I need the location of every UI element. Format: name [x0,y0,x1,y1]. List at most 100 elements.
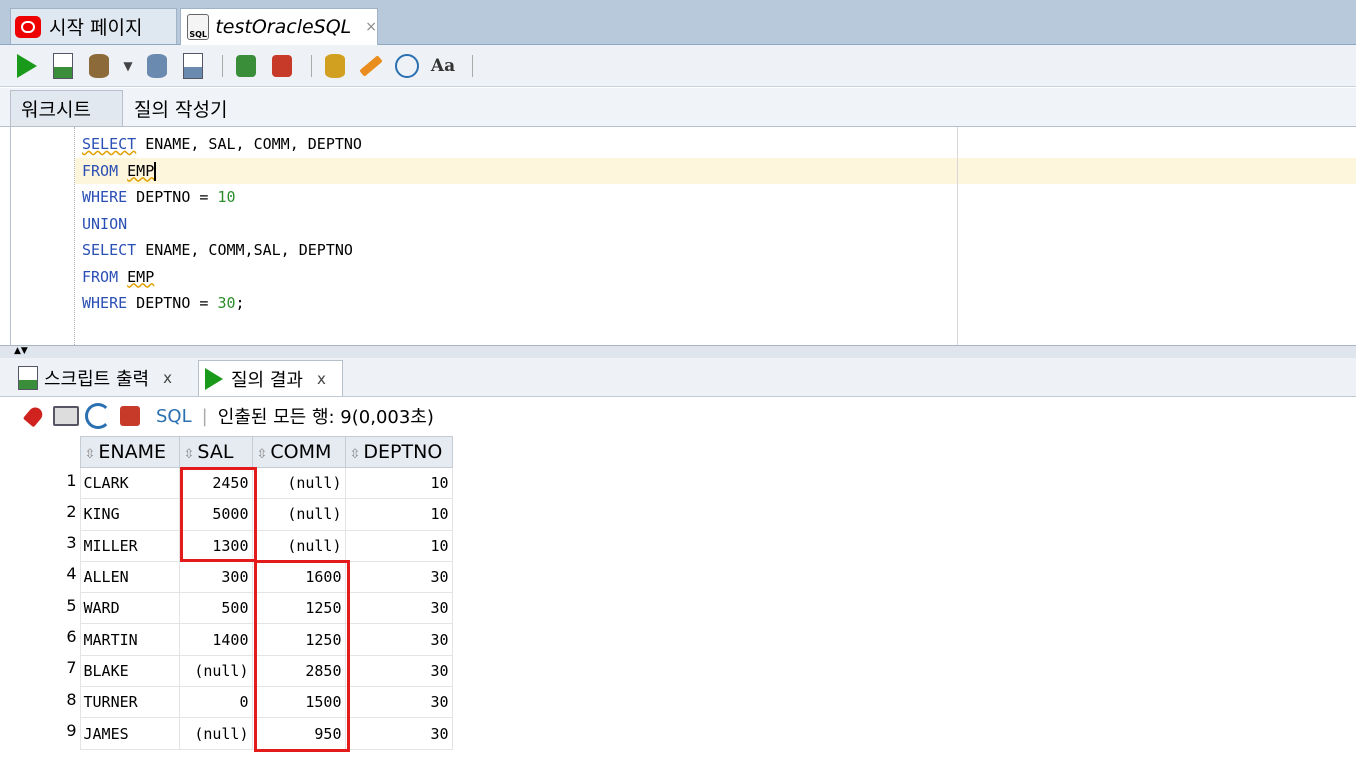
tab-script-output[interactable]: 스크립트 출력 x [12,360,198,396]
tab-query-builder[interactable]: 질의 작성기 [124,90,237,126]
code-area: SELECT ENAME, SAL, COMM, DEPTNO FROM EMP… [82,131,362,317]
grid-header-row: ⇳ ENAME ⇳ SAL ⇳ COMM ⇳ DEPTNO [12,436,453,468]
text-caret [154,161,157,181]
row-number: 6 [12,623,80,656]
format-case-button[interactable]: Aa [428,51,458,81]
cell-ename[interactable]: WARD [79,592,180,625]
run-script-button[interactable] [48,51,78,81]
table-row[interactable]: 5 WARD 500 1250 30 [12,592,453,625]
tab-worksheet[interactable]: 워크시트 [10,90,123,126]
comm-highlight-box [254,560,350,752]
tab-script-output-label: 스크립트 출력 [44,369,150,390]
cell-ename[interactable]: ALLEN [79,560,180,594]
clear-button[interactable] [356,51,386,81]
commit-icon [236,54,256,77]
rollback-button[interactable] [267,51,297,81]
cell-deptno[interactable]: 30 [344,592,453,625]
right-margin-line [957,127,958,345]
cell-deptno[interactable]: 30 [344,654,453,688]
code-line-6: FROM EMP [82,267,155,286]
code-line-5: SELECT ENAME, COMM,SAL, DEPTNO [82,241,353,259]
column-header-sal[interactable]: ⇳ SAL [178,436,253,468]
cell-ename[interactable]: MILLER [79,529,180,562]
cell-sal[interactable]: (null) [178,717,253,750]
dropdown-button[interactable]: ▼ [120,51,136,81]
sort-icon: ⇳ [84,447,96,462]
table-row[interactable]: 7 BLAKE (null) 2850 30 [12,654,453,688]
oracle-logo-icon [15,15,41,38]
table-row[interactable]: 8 TURNER 0 1500 30 [12,686,453,719]
sql-tuning-button[interactable] [320,51,350,81]
sort-icon: ⇳ [183,447,195,462]
text-case-icon: Aa [430,55,456,76]
cell-ename[interactable]: JAMES [79,717,180,750]
cell-deptno[interactable]: 30 [344,623,453,656]
close-icon[interactable]: x [163,369,172,387]
column-header-comm[interactable]: ⇳ COMM [251,436,346,468]
sort-icon: ⇳ [349,447,361,462]
row-number: 4 [12,561,80,593]
autotrace-button[interactable] [178,51,208,81]
delete-button[interactable] [116,402,144,430]
tab-start-page[interactable]: 시작 페이지 [10,8,177,44]
code-line-1: SELECT ENAME, SAL, COMM, DEPTNO [82,135,362,153]
table-row[interactable]: 4 ALLEN 300 1600 30 [12,560,453,594]
cell-comm[interactable]: (null) [251,529,346,562]
cell-deptno[interactable]: 30 [344,560,453,594]
cell-deptno[interactable]: 30 [344,686,453,719]
toolbar-separator [222,54,223,77]
cell-sal[interactable]: 500 [178,592,253,625]
cell-sal[interactable]: 300 [178,560,253,594]
print-button[interactable] [52,402,80,430]
cell-deptno[interactable]: 10 [344,529,453,562]
cell-comm[interactable]: (null) [251,498,346,531]
history-button[interactable] [392,51,422,81]
worksheet-tab-bar: 워크시트 질의 작성기 [0,88,1356,127]
refresh-button[interactable] [84,402,112,430]
column-header-deptno[interactable]: ⇳ DEPTNO [344,436,453,468]
cell-sal[interactable]: 1400 [178,623,253,656]
commit-button[interactable] [84,51,114,81]
explain-plan-button[interactable] [142,51,172,81]
row-number: 5 [12,592,80,624]
table-row[interactable]: 6 MARTIN 1400 1250 30 [12,623,453,656]
run-statement-button[interactable] [12,51,42,81]
collapse-arrows-icon[interactable]: ▲▼ [14,347,28,356]
tab-worksheet-file[interactable]: SQL testOracleSQL × [180,8,378,45]
close-icon[interactable]: x [317,370,326,388]
gutter-divider [74,127,75,345]
cell-comm[interactable]: (null) [251,466,346,500]
cell-ename[interactable]: BLAKE [79,654,180,688]
cell-deptno[interactable]: 30 [344,717,453,750]
sql-link[interactable]: SQL [156,406,192,427]
sql-tuning-icon [325,53,345,78]
play-icon [205,367,223,390]
cell-ename[interactable]: CLARK [79,466,180,500]
cell-ename[interactable]: TURNER [79,686,180,719]
toolbar-separator [311,54,312,77]
pin-button[interactable] [20,402,48,430]
row-number: 7 [12,655,80,687]
cell-sal[interactable]: (null) [178,654,253,688]
pane-splitter[interactable]: ▲▼ [0,345,1356,359]
commit-transaction-button[interactable] [231,51,261,81]
cell-deptno[interactable]: 10 [344,498,453,531]
pin-icon [22,404,46,428]
script-output-icon [18,366,38,390]
table-row[interactable]: 9 JAMES (null) 950 30 [12,717,453,750]
row-number: 3 [12,530,80,562]
sql-editor[interactable]: SELECT ENAME, SAL, COMM, DEPTNO FROM EMP… [10,127,1356,345]
code-line-2: FROM EMP [82,161,157,181]
cell-sal[interactable]: 0 [178,686,253,719]
sql-file-icon: SQL [187,14,210,40]
cell-ename[interactable]: KING [79,498,180,531]
tab-query-result[interactable]: 질의 결과 x [198,360,343,396]
close-icon[interactable]: × [365,19,377,35]
column-header-ename[interactable]: ⇳ ENAME [79,436,180,468]
sal-highlight-box [180,467,257,562]
cell-deptno[interactable]: 10 [344,466,453,500]
cell-ename[interactable]: MARTIN [79,623,180,656]
tab-worksheet-file-label: testOracleSQL [215,16,352,38]
row-number: 2 [12,498,80,531]
tab-start-page-label: 시작 페이지 [49,17,143,39]
